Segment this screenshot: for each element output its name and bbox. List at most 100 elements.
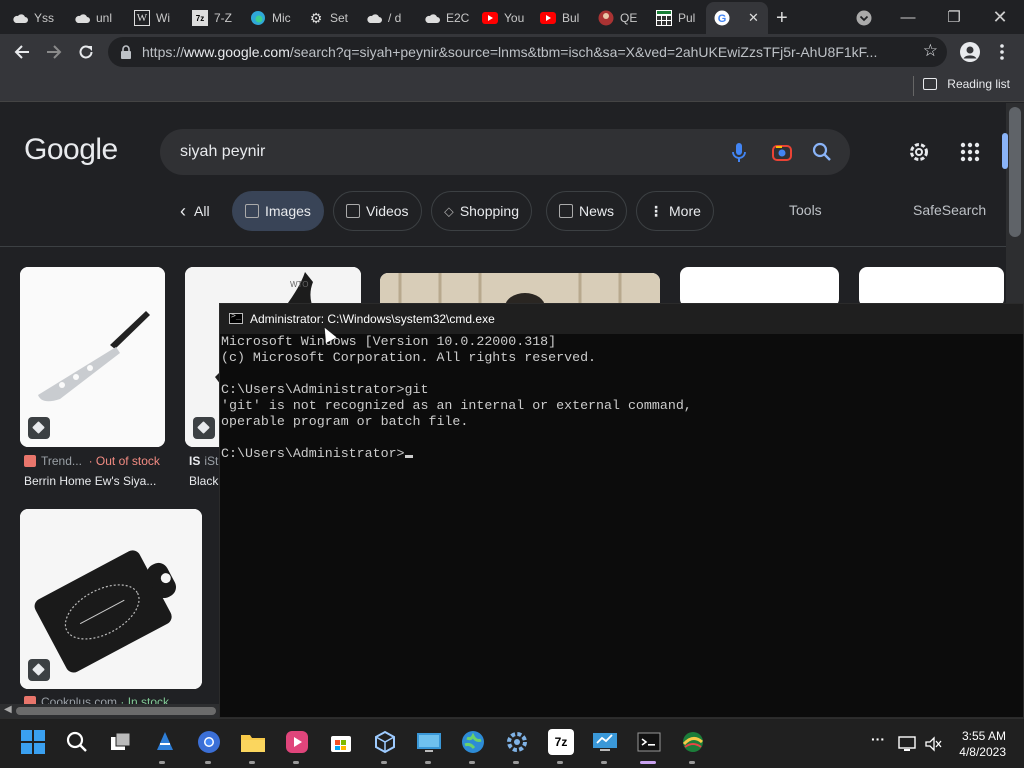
- apps-grid-icon[interactable]: [958, 140, 982, 164]
- chip-label: More: [669, 203, 701, 219]
- browser-tab[interactable]: Bul: [540, 4, 586, 32]
- system-clock[interactable]: 3:55 AM 4/8/2023: [959, 728, 1006, 760]
- cmd-titlebar[interactable]: Administrator: C:\Windows\system32\cmd.e…: [220, 304, 1023, 334]
- browser-tab[interactable]: Mic: [250, 4, 296, 32]
- chip-videos[interactable]: Videos: [333, 191, 422, 231]
- reload-icon: [79, 45, 93, 59]
- taskbar-app-network-monitor[interactable]: [592, 729, 618, 755]
- address-bar[interactable]: https://www.google.com/search?q=siyah+pe…: [108, 37, 947, 67]
- gear-icon[interactable]: [907, 140, 931, 164]
- browser-tab[interactable]: Pul: [656, 4, 702, 32]
- chip-images[interactable]: Images: [232, 191, 324, 231]
- network-monitor-icon: [593, 733, 617, 751]
- scrollbar-thumb[interactable]: [1009, 107, 1021, 237]
- browser-tab[interactable]: / d: [366, 4, 412, 32]
- browser-tab[interactable]: QE: [598, 4, 644, 32]
- chip-news[interactable]: News: [546, 191, 628, 231]
- google-logo[interactable]: Google: [24, 133, 118, 167]
- result-caption[interactable]: Black: [189, 474, 218, 488]
- volume-muted-icon[interactable]: [924, 736, 942, 752]
- cmd-prompt-line[interactable]: C:\Users\Administrator>: [221, 446, 692, 462]
- taskbar-app-chrome[interactable]: [196, 729, 222, 755]
- taskbar-app-other[interactable]: [680, 729, 706, 755]
- close-window-button[interactable]: ✕: [978, 4, 1022, 30]
- taskbar-app-store[interactable]: [328, 729, 354, 755]
- source-name: Trend...: [41, 454, 82, 468]
- close-icon[interactable]: ✕: [748, 10, 759, 26]
- browser-tab-active[interactable]: G ✕: [706, 2, 768, 34]
- search-input[interactable]: siyah peynir: [180, 143, 265, 161]
- image-result[interactable]: [20, 267, 165, 447]
- taskbar-app-vlc[interactable]: [152, 729, 178, 755]
- running-indicator: [557, 761, 563, 764]
- minimize-button[interactable]: —: [886, 4, 930, 30]
- cmd-prompt: C:\Users\Administrator>: [221, 446, 405, 461]
- image-result[interactable]: [859, 267, 1004, 307]
- task-view-button[interactable]: [108, 729, 134, 755]
- scrollbar-thumb[interactable]: [16, 707, 216, 715]
- tab-label: 7-Z: [214, 11, 232, 25]
- result-source[interactable]: Trend... · Out of stock: [24, 454, 160, 468]
- cloud-icon: [12, 10, 28, 26]
- cmd-output[interactable]: Microsoft Windows [Version 10.0.22000.31…: [221, 334, 692, 462]
- browser-tab[interactable]: unl: [74, 4, 120, 32]
- start-button[interactable]: [20, 729, 46, 755]
- taskbar-app-virtualbox[interactable]: [372, 729, 398, 755]
- chip-more[interactable]: ⋮ More: [636, 191, 714, 231]
- horizontal-scrollbar[interactable]: ◀: [0, 704, 220, 718]
- taskbar-app-remote-desktop[interactable]: [416, 729, 442, 755]
- display-icon[interactable]: [898, 736, 916, 752]
- new-tab-button[interactable]: +: [776, 4, 800, 32]
- forward-button[interactable]: [40, 38, 68, 66]
- sign-in-button-edge[interactable]: [1002, 133, 1008, 169]
- taskbar-app-terminal[interactable]: [636, 729, 662, 755]
- cmd-line: C:\Users\Administrator>git: [221, 382, 429, 397]
- svg-text:G: G: [718, 13, 727, 25]
- taskbar-search-button[interactable]: [64, 729, 90, 755]
- browser-tab[interactable]: E2C: [424, 4, 470, 32]
- taskbar-app-file-explorer[interactable]: [240, 729, 266, 755]
- running-indicator: [601, 761, 607, 764]
- tools-button[interactable]: Tools: [789, 202, 822, 218]
- chip-label: Shopping: [459, 203, 519, 219]
- search-icon[interactable]: [811, 141, 833, 163]
- browser-tab[interactable]: Yss: [12, 4, 58, 32]
- tab-strip: Yss unl W Wi 7z 7-Z Mic ⚙ Set / d E2C Yo…: [0, 0, 1024, 34]
- cmd-window[interactable]: Administrator: C:\Windows\system32\cmd.e…: [219, 303, 1024, 718]
- taskbar-app-settings[interactable]: [504, 729, 530, 755]
- restore-button[interactable]: ❐: [932, 4, 976, 30]
- back-button[interactable]: [8, 38, 36, 66]
- chip-shopping[interactable]: ⬦ Shopping: [431, 191, 532, 231]
- clock-date: 4/8/2023: [959, 745, 1006, 759]
- chip-all[interactable]: ‹ All: [168, 191, 222, 231]
- bookmark-star-icon[interactable]: ☆: [923, 41, 938, 61]
- cmd-line: [221, 366, 692, 382]
- image-result[interactable]: [680, 267, 839, 307]
- reading-list-button[interactable]: Reading list: [923, 77, 1010, 91]
- browser-tab[interactable]: W Wi: [134, 4, 180, 32]
- browser-tab[interactable]: 7z 7-Z: [192, 4, 238, 32]
- safesearch-button[interactable]: SafeSearch: [913, 202, 986, 218]
- browser-tab[interactable]: ⚙ Set: [308, 4, 354, 32]
- chevron-left-icon: ‹: [180, 200, 186, 221]
- tab-search-button[interactable]: [856, 4, 876, 32]
- image-result[interactable]: [20, 509, 202, 689]
- profile-button[interactable]: [956, 38, 984, 66]
- result-caption[interactable]: Berrin Home Ew's Siya...: [24, 474, 156, 488]
- lens-camera-icon[interactable]: [771, 141, 793, 163]
- taskbar-app-media-player[interactable]: [284, 729, 310, 755]
- chevron-left-icon[interactable]: ◀: [4, 704, 12, 715]
- taskbar-app-7zip[interactable]: 7z: [548, 729, 574, 755]
- tray-overflow-button[interactable]: ···: [871, 731, 885, 747]
- search-box[interactable]: siyah peynir: [160, 129, 850, 175]
- result-source[interactable]: IS iSt: [189, 454, 218, 468]
- taskbar-app-globe[interactable]: [460, 729, 486, 755]
- active-indicator: [640, 761, 656, 764]
- reload-button[interactable]: [72, 38, 100, 66]
- url-host: www.google.com: [184, 44, 290, 60]
- microphone-icon[interactable]: [728, 141, 750, 163]
- chevron-down-icon: [856, 10, 872, 26]
- chrome-menu-button[interactable]: [988, 38, 1016, 66]
- browser-tab[interactable]: You: [482, 4, 528, 32]
- google-icon: G: [714, 10, 730, 26]
